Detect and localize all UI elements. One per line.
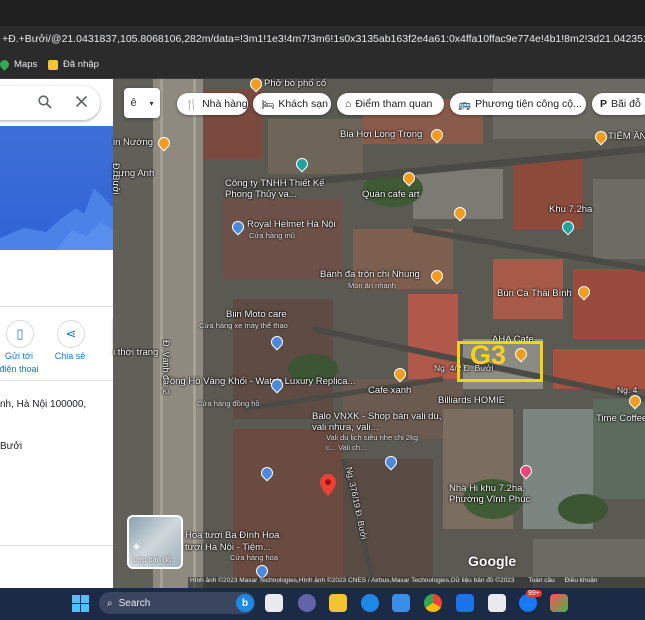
transit-icon: 🚌	[458, 98, 472, 111]
place-label[interactable]: Cafe xanh	[368, 385, 411, 396]
annotation-label: G3	[470, 340, 507, 370]
place-sublabel: Cửa hàng mũ	[249, 231, 295, 240]
place-label[interactable]: in Nướng	[113, 137, 153, 148]
task-view-icon[interactable]	[265, 594, 283, 612]
restaurant-icon: 🍴	[185, 98, 199, 111]
selected-location-pin[interactable]	[320, 474, 336, 501]
street-label: Đ. Bưởi	[111, 163, 121, 195]
chip-hotels[interactable]: 🛏 Khách sạn	[253, 93, 331, 115]
place-label[interactable]: TIỆM ĂN	[608, 131, 645, 142]
place-sublabel: Cửa hàng đồng hồ	[197, 399, 260, 408]
place-sublabel: Món ăn nhanh	[348, 281, 396, 290]
share-button[interactable]: ⋖	[57, 320, 85, 348]
street-line: Bưởi	[0, 441, 23, 452]
taskbar-search[interactable]: ⌕ Search	[99, 592, 255, 614]
layer-button-label: Lớp bản đồ	[133, 555, 172, 564]
app-icon[interactable]	[550, 594, 568, 612]
teams-icon[interactable]	[298, 594, 316, 612]
place-label[interactable]: Bánh đa trộn chị Nhung	[320, 269, 420, 280]
attribution-link[interactable]: Điều khoản	[565, 577, 598, 584]
place-label[interactable]: i thời trang	[113, 347, 158, 358]
send-to-phone-label[interactable]: Gửi tới điện thoại	[0, 350, 42, 376]
place-sublabel: Vali du lịch siêu nhẹ chỉ 2kg c... Vali …	[326, 433, 418, 452]
language-button[interactable]: ê ▾	[124, 88, 160, 118]
windows-start-icon[interactable]	[72, 595, 89, 617]
share-label[interactable]: Chia sẻ	[48, 350, 92, 363]
place-label[interactable]: Balo VNXK - Shop bán vali du, vali nhựa,…	[312, 411, 442, 433]
taskbar	[0, 588, 645, 620]
store-icon[interactable]	[392, 594, 410, 612]
place-label[interactable]: Phở bò phố cổ	[264, 78, 326, 89]
divider	[0, 545, 113, 546]
close-icon[interactable]	[75, 95, 88, 113]
app-icon[interactable]	[488, 594, 506, 612]
chip-label: Điểm tham quan	[355, 98, 433, 110]
place-label[interactable]: Khu 7.2ha	[549, 204, 592, 215]
map-imagery	[113, 79, 645, 588]
send-to-phone-button[interactable]: ▯	[6, 320, 34, 348]
chip-label: Bãi đỗ	[611, 98, 641, 110]
place-label[interactable]: Hoa tươi Ba Đình Hoa tươi Hà Nội - Tiệm.…	[185, 530, 295, 554]
folder-icon	[48, 59, 58, 70]
search-icon: ⌕	[107, 597, 113, 609]
hotel-icon: 🛏	[261, 98, 275, 111]
edge-icon[interactable]	[361, 594, 379, 612]
place-label[interactable]: Biin Moto care	[226, 309, 287, 320]
search-icon[interactable]	[38, 95, 52, 114]
chip-label: Phương tiện công cộ...	[475, 98, 582, 110]
lang-label: ê	[130, 97, 137, 109]
send-to-phone-icon: ▯	[16, 326, 24, 341]
attraction-icon: ⌂	[345, 98, 352, 110]
address-line: nh, Hà Nội 100000,	[0, 399, 87, 410]
browser-tab-strip	[0, 0, 645, 26]
place-label[interactable]: Quán cafe art	[362, 189, 420, 200]
place-label[interactable]: Bia Hơi Long Trọng	[340, 129, 422, 140]
file-explorer-icon[interactable]	[329, 594, 347, 612]
bookmark-label: Đã nhập	[63, 59, 99, 70]
place-label[interactable]: Bún Cá Thái Bình	[497, 288, 572, 299]
place-sublabel: Cửa hàng hoa	[230, 553, 278, 562]
chrome-icon[interactable]	[424, 594, 442, 612]
layers-icon: ◈	[133, 541, 140, 551]
bookmark-folder[interactable]: Đã nhập	[48, 59, 99, 70]
place-sublabel: Cửa hàng xe máy thể thao	[199, 321, 288, 330]
attribution-text: Hình ảnh ©2023 Maxar Technologies,Hình ả…	[190, 577, 515, 584]
chip-label: Khách sạn	[278, 98, 328, 110]
share-icon: ⋖	[65, 326, 77, 341]
app-icon[interactable]	[456, 594, 474, 612]
divider	[0, 380, 113, 381]
bookmark-maps[interactable]: Maps	[0, 58, 38, 71]
satellite-map[interactable]	[113, 79, 645, 588]
taskbar-search-label: Search	[118, 597, 151, 609]
map-attribution: Hình ảnh ©2023 Maxar Technologies,Hình ả…	[188, 577, 645, 588]
chip-label: Nhà hàng	[202, 98, 248, 110]
chip-parking[interactable]: P Bãi đỗ	[592, 93, 645, 115]
place-hero-image[interactable]	[0, 126, 113, 250]
place-label[interactable]: Royal Helmet Hà Nội	[247, 219, 336, 230]
place-label[interactable]: Công ty TNHH Thiết Kế Phong Thủy va...	[225, 178, 325, 200]
chip-restaurants[interactable]: 🍴 Nhà hàng	[177, 93, 248, 115]
place-label[interactable]: Đồng Hồ Vàng Khối - Watch Luxury Replica…	[163, 376, 355, 387]
attribution-link[interactable]: Toàn cầu	[528, 577, 554, 584]
place-label[interactable]: Time Coffee	[596, 413, 645, 424]
parking-icon: P	[600, 98, 608, 110]
street-label: Ng. 4	[617, 385, 638, 395]
bookmark-label: Maps	[14, 59, 38, 70]
street-label: Đ. Vành đai 2	[161, 340, 171, 395]
chevron-down-icon: ▾	[149, 98, 154, 108]
chip-transit[interactable]: 🚌 Phương tiện công cộ...	[450, 93, 586, 115]
place-label[interactable]: Billiards HOMIE	[438, 395, 505, 406]
place-label[interactable]: Nhà Hi khu 7.2ha, Phường Vĩnh Phúc	[449, 483, 549, 505]
google-logo: Google	[468, 553, 517, 569]
notification-badge: 99+	[526, 590, 542, 597]
divider	[0, 306, 113, 307]
maps-icon	[0, 58, 11, 71]
url-text[interactable]: +Đ.+Bưởi/@21.0431837,105.8068106,282m/da…	[2, 33, 645, 45]
bing-icon[interactable]: b	[236, 594, 254, 612]
chip-attractions[interactable]: ⌂ Điểm tham quan	[337, 93, 444, 115]
